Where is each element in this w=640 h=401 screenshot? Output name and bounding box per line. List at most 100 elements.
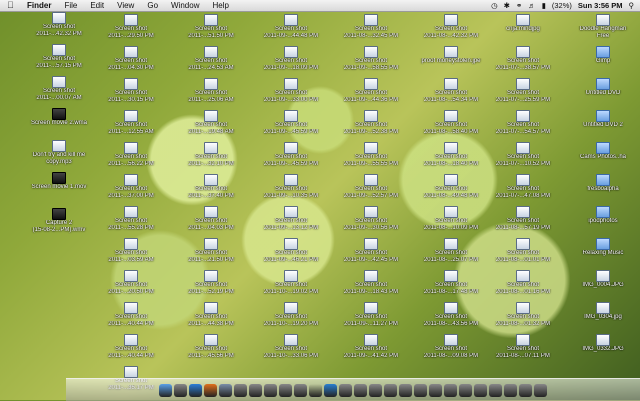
desktop-file-icon[interactable]: Screen shot 2011-09-...44.48 PM: [252, 14, 330, 40]
desktop-file-icon[interactable]: Screen shot 2011-...51.50 PM: [172, 14, 250, 40]
desktop-file-icon[interactable]: fresboalpha: [564, 174, 640, 193]
desktop-file-icon[interactable]: Screen shot 2011-07-...54.57 PM: [484, 110, 562, 136]
desktop-file-icon[interactable]: Screen shot 2011-...40.44 PM: [92, 334, 170, 360]
desktop-file-icon[interactable]: Screen shot 2011-08-...01.32 PM: [484, 302, 562, 328]
desktop-file-icon[interactable]: Screen shot 2011-08-...49.48 PM: [412, 174, 490, 200]
desktop-file-icon[interactable]: Screen shot 2011-...44.38 PM: [172, 302, 250, 328]
desktop-file-icon[interactable]: Screen shot 2011-...37.40 PM: [172, 174, 250, 200]
battery-icon[interactable]: ▮: [542, 1, 546, 10]
imovie-icon[interactable]: [294, 383, 307, 397]
app-store-icon[interactable]: [324, 383, 337, 397]
textedit-icon[interactable]: [474, 383, 487, 397]
desktop-file-icon[interactable]: ipodphotos: [564, 206, 640, 225]
desktop-file-icon[interactable]: Screen shot 2011-...12.55 AM: [92, 110, 170, 136]
desktop-file-icon[interactable]: Screen shot 2011-...56.22 PM: [92, 142, 170, 168]
wifi-icon[interactable]: ⚭: [516, 1, 522, 10]
preview-icon[interactable]: [249, 383, 262, 397]
clock[interactable]: Sun 3:56 PM: [578, 1, 623, 10]
desktop-file-icon[interactable]: Screen shot 2011-09-...44.36 PM: [332, 78, 410, 104]
firefox-icon[interactable]: [204, 383, 217, 397]
desktop-file-icon[interactable]: Screen shot 2011-07-...10.52 PM: [484, 142, 562, 168]
desktop-file-icon[interactable]: Screen shot 2011-09-...52.38 PM: [332, 110, 410, 136]
desktop-file-icon[interactable]: Relaxing Music: [564, 238, 640, 257]
desktop-file-icon[interactable]: Screen shot 2011-...20.50 PM: [92, 270, 170, 296]
time-machine-icon[interactable]: [414, 383, 427, 397]
desktop-file-icon[interactable]: Screen shot 2011-09-...18.09 PM: [252, 46, 330, 72]
desktop-file-icon[interactable]: Screen shot 2011-...21.50 PM: [172, 238, 250, 264]
activity-icon[interactable]: [429, 383, 442, 397]
desktop-file-icon[interactable]: Untitled DVD: [564, 78, 640, 97]
desktop-file-icon[interactable]: Screen shot 2011-08-...01.01 PM: [484, 238, 562, 264]
desktop-file-icon[interactable]: Screen shot 2011-09-...30.56 PM: [332, 206, 410, 232]
desktop-file-icon[interactable]: Screen shot 2011-...03.59 AM: [92, 238, 170, 264]
documents-folder-icon[interactable]: [504, 383, 517, 397]
desktop-file-icon[interactable]: Screen shot 2011-...00.07 AM: [20, 76, 98, 102]
itunes-icon[interactable]: [264, 383, 277, 397]
desktop-file-icon[interactable]: Screen shot 2011-08-...32.45 PM: [332, 14, 410, 40]
desktop-file-icon[interactable]: Screen shot 2011-09-...41.42 PM: [332, 334, 410, 360]
desktop-file-icon[interactable]: Screen shot 2011-08-...18.40 PM: [412, 142, 490, 168]
desktop-file-icon[interactable]: Screen movie 1.mov: [20, 172, 98, 191]
desktop-file-icon[interactable]: IMG_0304.jpg: [564, 302, 640, 321]
desktop-file-icon[interactable]: Screen shot 2011-09-...45.59 PM: [252, 110, 330, 136]
desktop-file-icon[interactable]: Screen shot 2011-...29.50 PM: [92, 14, 170, 40]
volume-icon[interactable]: ♬: [528, 1, 536, 10]
desktop-file-icon[interactable]: Screen shot 2011-...42.32 PM: [20, 12, 98, 38]
desktop-file-icon[interactable]: Screen shot 2011-09-...46.21 PM: [252, 238, 330, 264]
menu-finder[interactable]: Finder: [27, 0, 51, 11]
desktop-file-icon[interactable]: Screen movie 2.wma: [20, 108, 98, 127]
menu-go[interactable]: Go: [147, 0, 158, 11]
desktop-file-icon[interactable]: Screen shot 2011-...32.10 PM: [172, 142, 250, 168]
desktop-file-icon[interactable]: Screen shot 2011-10-...33.06 PM: [252, 334, 330, 360]
mac-store-icon[interactable]: [399, 383, 412, 397]
desktop-file-icon[interactable]: Screen shot 2011-08-...58.40 PM: [412, 110, 490, 136]
desktop-file-icon[interactable]: Screen shot 2011-08-...42.32 PM: [412, 14, 490, 40]
mail-icon[interactable]: [219, 383, 232, 397]
dashboard-icon[interactable]: [174, 383, 187, 397]
terminal-icon[interactable]: [354, 383, 367, 397]
time-machine-icon[interactable]: ◷: [491, 1, 498, 10]
safari-icon[interactable]: [189, 383, 202, 397]
desktop-file-icon[interactable]: Screen shot 2011-...57.15 PM: [20, 44, 98, 70]
desktop-file-icon[interactable]: Capture 2 (15-08-2...PM).wmv: [20, 208, 98, 234]
menu-view[interactable]: View: [117, 0, 134, 11]
desktop-file-icon[interactable]: Screen shot 2011-08-...01.16 PM: [484, 270, 562, 296]
desktop-file-icon[interactable]: Screen shot 2011-09-...13.12 PM: [252, 206, 330, 232]
desktop-file-icon[interactable]: Screen shot 2011-08-...17.48 PM: [412, 270, 490, 296]
applications-folder-icon[interactable]: [519, 383, 532, 397]
desktop-file-icon[interactable]: Screen shot 2011-...30.15 PM: [92, 78, 170, 104]
desktop-file-icon[interactable]: Screen shot 2011-08-...54.34 PM: [412, 78, 490, 104]
desktop-file-icon[interactable]: Screen shot 2011-08-...07.11 PM: [484, 334, 562, 360]
finder-icon[interactable]: [159, 383, 172, 397]
bluetooth-icon[interactable]: ✱: [504, 1, 510, 10]
desktop-file-icon[interactable]: Screen shot 2011-09-...52.57 PM: [332, 174, 410, 200]
vlc-icon[interactable]: [384, 383, 397, 397]
desktop-file-icon[interactable]: Screen shot 2011-09-...45.59 PM: [252, 142, 330, 168]
desktop-file-icon[interactable]: Screen shot 2011-...45.56 PM: [172, 334, 250, 360]
desktop-file-icon[interactable]: cnja.mindjpg: [484, 14, 562, 33]
desktop-file-icon[interactable]: Screen shot 2011-10-...19.20 PM: [252, 302, 330, 328]
desktop-file-icon[interactable]: Screen shot 2011-08-...43.56 PM: [412, 302, 490, 328]
desktop-file-icon[interactable]: Screen shot 2011-09-...58.55 PM: [332, 46, 410, 72]
desktop-file-icon[interactable]: Screen shot 2011-08-...10.09 PM: [412, 206, 490, 232]
desktop-file-icon[interactable]: Screen shot 2011-09-...18.43 PM: [332, 270, 410, 296]
ical-icon[interactable]: [234, 383, 247, 397]
desktop-file-icon[interactable]: Screen shot 2011-08-...09.08 PM: [412, 334, 490, 360]
desktop-file-icon[interactable]: Cams Photos..ha: [564, 142, 640, 161]
desktop-file-icon[interactable]: Doodle Hangman Free: [564, 14, 640, 40]
desktop-file-icon[interactable]: Screen shot 2011-10-...19.02 PM: [252, 270, 330, 296]
desktop-file-icon[interactable]: Screen shot 2011-...37.00 PM: [92, 174, 170, 200]
desktop-file-icon[interactable]: Screen shot 2011-09-...33.00 PM: [252, 78, 330, 104]
garageband-icon[interactable]: [309, 383, 322, 397]
trash-icon[interactable]: [534, 383, 547, 397]
desktop-file-icon[interactable]: Screen shot 2011-08-...57.19 PM: [484, 206, 562, 232]
desktop-file-icon[interactable]: Screen shot 2011-...25.06 AM: [172, 78, 250, 104]
desktop-file-icon[interactable]: Screen shot 2011-07-...47.08 PM: [484, 174, 562, 200]
desktop-file-icon[interactable]: Screen shot 2011-09-...55.55 PM: [332, 142, 410, 168]
gimp-icon[interactable]: [459, 383, 472, 397]
desktop-file-icon[interactable]: Screen shot 2011-09-...10.35 PM: [252, 174, 330, 200]
desktop-file-icon[interactable]: IMG_0004.JPG: [564, 270, 640, 289]
chrome-icon[interactable]: [369, 383, 382, 397]
menu-edit[interactable]: Edit: [90, 0, 104, 11]
menu-file[interactable]: File: [64, 0, 77, 11]
